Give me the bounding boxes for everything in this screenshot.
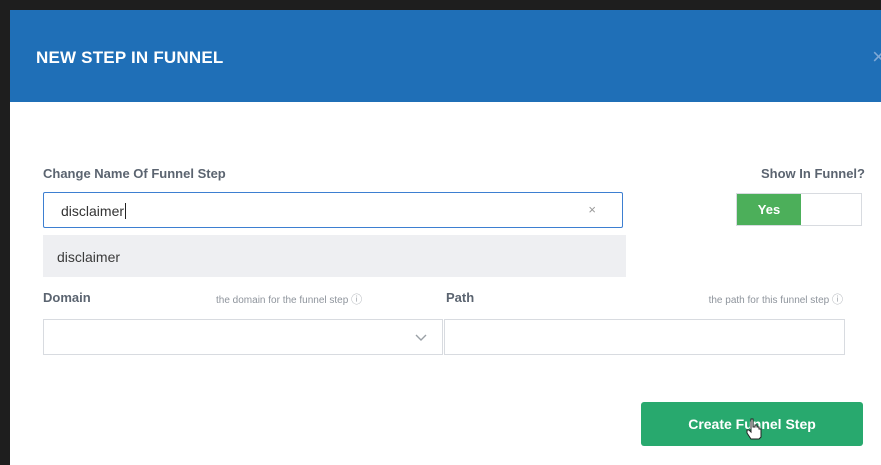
path-input[interactable] (444, 319, 845, 355)
hand-cursor-icon (746, 418, 762, 440)
domain-select[interactable] (43, 319, 443, 355)
step-name-label: Change Name Of Funnel Step (43, 166, 226, 181)
close-icon[interactable]: × (872, 44, 881, 70)
show-in-funnel-toggle[interactable]: Yes (736, 193, 862, 226)
toggle-yes[interactable]: Yes (737, 194, 801, 225)
help-icon[interactable]: ⓘ (832, 294, 843, 306)
domain-help-label: the domain for the funnel step (216, 295, 349, 306)
autocomplete-suggestion[interactable]: disclaimer (43, 235, 626, 277)
step-name-value: disclaimer (61, 203, 127, 219)
new-step-modal: NEW STEP IN FUNNEL × Change Name Of Funn… (10, 10, 881, 465)
domain-label: Domain (43, 290, 91, 305)
path-help-text: the path for this funnel step ⓘ (709, 291, 843, 307)
path-label: Path (446, 290, 475, 305)
clear-icon[interactable]: × (588, 202, 596, 217)
modal-title: NEW STEP IN FUNNEL (36, 48, 224, 67)
domain-help-text: the domain for the funnel step ⓘ (216, 291, 362, 307)
path-help-label: the path for this funnel step (708, 295, 830, 306)
text-caret (125, 203, 127, 219)
modal-header: NEW STEP IN FUNNEL × (10, 10, 881, 102)
chevron-down-icon (415, 334, 427, 341)
create-funnel-step-button[interactable]: Create Funnel Step (641, 402, 863, 446)
show-in-funnel-label: Show In Funnel? (761, 166, 865, 181)
suggestion-text: disclaimer (57, 249, 121, 265)
help-icon[interactable]: ⓘ (351, 294, 362, 306)
step-name-input[interactable]: disclaimer × (43, 192, 623, 228)
